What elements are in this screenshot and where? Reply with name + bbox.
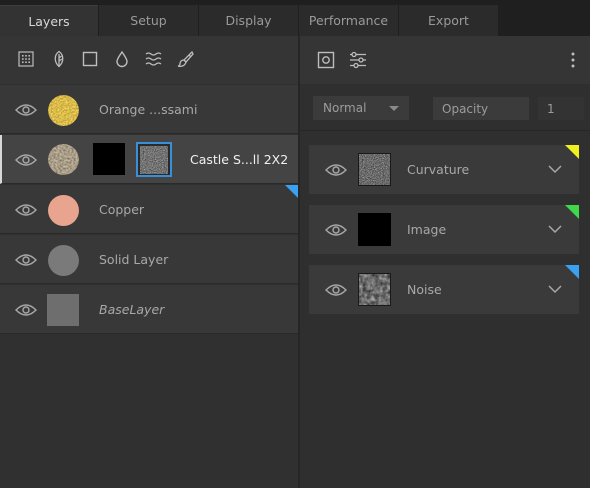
blend-mode-value: Normal bbox=[323, 101, 367, 115]
selected-mask-thumbnail[interactable] bbox=[136, 142, 172, 177]
effect-noise[interactable]: Noise bbox=[309, 265, 579, 314]
color-tag-corner bbox=[565, 145, 579, 159]
stone-texture-thumbnail bbox=[48, 144, 79, 175]
square-icon[interactable] bbox=[79, 48, 101, 70]
effect-name: Curvature bbox=[407, 162, 470, 177]
noise-thumbnail bbox=[140, 146, 168, 174]
color-tag-corner bbox=[285, 185, 298, 198]
brush-icon[interactable] bbox=[174, 48, 196, 70]
tab-bar: Layers Setup Display Performance Export bbox=[0, 0, 590, 36]
black-thumbnail bbox=[358, 213, 391, 246]
tab-performance[interactable]: Performance bbox=[299, 5, 398, 36]
layer-row-castle[interactable]: Castle S...ll 2X2 bbox=[0, 135, 298, 184]
eye-icon[interactable] bbox=[15, 153, 37, 167]
opacity-label-text: Opacity bbox=[442, 101, 489, 116]
eye-icon[interactable] bbox=[15, 253, 37, 267]
effect-name: Noise bbox=[407, 282, 442, 297]
color-tag-corner bbox=[565, 205, 579, 219]
noise-light-thumbnail bbox=[358, 153, 391, 186]
grid-icon[interactable] bbox=[15, 48, 37, 70]
black-mask-thumbnail[interactable] bbox=[93, 143, 125, 175]
layer-row-copper[interactable]: Copper bbox=[0, 185, 298, 234]
leaf-icon[interactable] bbox=[48, 48, 70, 70]
chevron-down-icon[interactable] bbox=[547, 282, 563, 296]
drop-icon[interactable] bbox=[111, 48, 133, 70]
tab-export[interactable]: Export bbox=[399, 5, 498, 36]
tab-label: Performance bbox=[308, 13, 389, 28]
properties-toolbar bbox=[300, 36, 590, 84]
effect-curvature[interactable]: Curvature bbox=[309, 145, 579, 194]
properties-panel: Normal Opacity 1 Curvature Image Noise bbox=[300, 36, 590, 488]
layer-name: Castle S...ll 2X2 bbox=[190, 152, 289, 167]
copper-circle-thumbnail bbox=[48, 195, 79, 226]
opacity-value: 1 bbox=[547, 101, 555, 116]
tab-layers[interactable]: Layers bbox=[0, 5, 98, 36]
more-options-icon[interactable] bbox=[563, 50, 583, 70]
layer-name: Copper bbox=[99, 202, 145, 217]
layer-row-orange[interactable]: Orange ...ssami bbox=[0, 85, 298, 134]
opacity-input[interactable]: 1 bbox=[538, 97, 584, 120]
tab-setup[interactable]: Setup bbox=[99, 5, 198, 36]
noise-dark-thumbnail bbox=[358, 273, 391, 306]
eye-icon[interactable] bbox=[15, 303, 37, 317]
tab-label: Layers bbox=[28, 13, 70, 29]
layer-row-solid[interactable]: Solid Layer bbox=[0, 235, 298, 284]
chevron-down-icon[interactable] bbox=[547, 162, 563, 176]
color-tag-corner bbox=[565, 265, 579, 279]
eye-icon[interactable] bbox=[15, 203, 37, 217]
layer-name: BaseLayer bbox=[99, 302, 165, 317]
chevron-down-icon[interactable] bbox=[547, 222, 563, 236]
blend-mode-dropdown[interactable]: Normal bbox=[313, 96, 409, 120]
chevron-down-icon bbox=[389, 106, 399, 111]
tab-label: Export bbox=[428, 13, 469, 28]
target-icon[interactable] bbox=[316, 50, 336, 70]
waves-icon[interactable] bbox=[142, 48, 164, 70]
layer-name: Orange ...ssami bbox=[99, 102, 198, 117]
eye-icon[interactable] bbox=[325, 283, 347, 297]
tab-label: Display bbox=[225, 13, 272, 28]
sliders-icon[interactable] bbox=[348, 50, 368, 70]
eye-icon[interactable] bbox=[325, 163, 347, 177]
separator bbox=[300, 130, 590, 131]
tab-label: Setup bbox=[130, 13, 167, 28]
tab-display[interactable]: Display bbox=[199, 5, 298, 36]
orange-texture-thumbnail bbox=[48, 95, 79, 126]
eye-icon[interactable] bbox=[15, 103, 37, 117]
layers-panel: Orange ...ssami Castle S...ll 2X2 Copper bbox=[0, 36, 298, 488]
gray-square-thumbnail bbox=[47, 294, 79, 326]
gray-circle-thumbnail bbox=[48, 245, 79, 276]
layer-row-base[interactable]: BaseLayer bbox=[0, 285, 298, 334]
layer-name: Solid Layer bbox=[99, 252, 169, 267]
opacity-label: Opacity bbox=[433, 97, 529, 120]
effect-image[interactable]: Image bbox=[309, 205, 579, 254]
eye-icon[interactable] bbox=[325, 223, 347, 237]
effect-name: Image bbox=[407, 222, 447, 237]
layers-toolbar bbox=[0, 36, 298, 84]
